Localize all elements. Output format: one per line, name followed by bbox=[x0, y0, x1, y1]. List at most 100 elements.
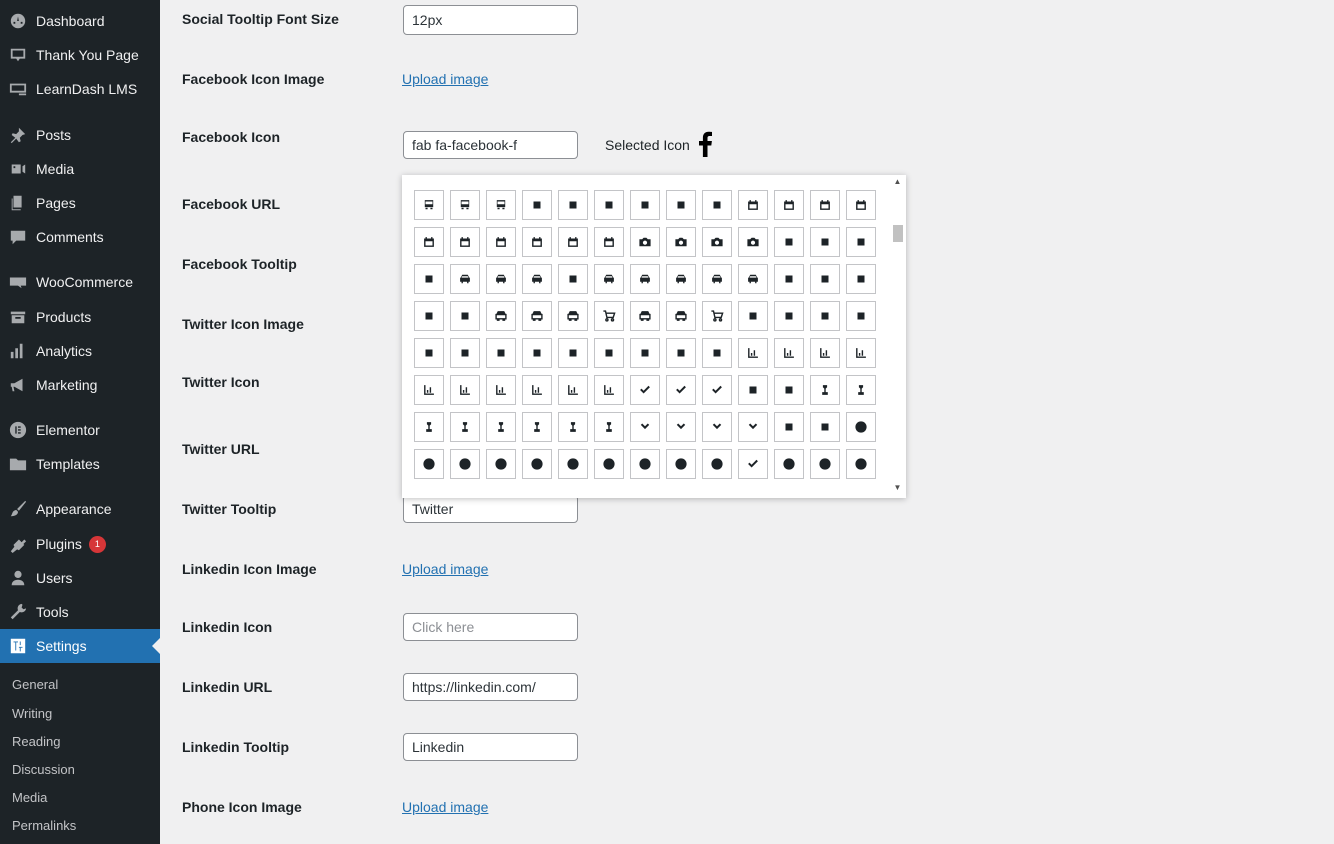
arrow-circle-up-icon[interactable] bbox=[666, 449, 696, 479]
chess-knight-icon[interactable] bbox=[486, 412, 516, 442]
glass-cheers-icon[interactable] bbox=[666, 338, 696, 368]
chart-area-icon[interactable] bbox=[738, 338, 768, 368]
capsules-icon[interactable] bbox=[414, 264, 444, 294]
camera-rotate-icon[interactable] bbox=[738, 227, 768, 257]
car-side-icon[interactable] bbox=[666, 264, 696, 294]
luggage-cart-icon[interactable] bbox=[594, 301, 624, 331]
cannabis-icon[interactable] bbox=[846, 227, 876, 257]
chevron-right-icon[interactable] bbox=[702, 412, 732, 442]
calendar-days-icon[interactable] bbox=[846, 190, 876, 220]
cake-candles-icon[interactable] bbox=[594, 190, 624, 220]
calendar-week-icon[interactable] bbox=[522, 227, 552, 257]
caret-right-icon[interactable] bbox=[846, 264, 876, 294]
chess-icon[interactable] bbox=[810, 375, 840, 405]
car-alt-icon[interactable] bbox=[486, 264, 516, 294]
scroll-down-arrow-icon[interactable]: ▼ bbox=[891, 483, 904, 496]
calendar-xmark-icon[interactable] bbox=[558, 227, 588, 257]
vote-yea-icon[interactable] bbox=[738, 375, 768, 405]
chalkboard-user-icon[interactable] bbox=[594, 338, 624, 368]
circle-chevron-down-icon[interactable] bbox=[774, 449, 804, 479]
charging-station-icon[interactable] bbox=[702, 338, 732, 368]
caret-left-icon[interactable] bbox=[810, 264, 840, 294]
sidebar-item-pages[interactable]: Pages bbox=[0, 186, 160, 220]
chevron-up-icon[interactable] bbox=[738, 412, 768, 442]
linkedin-icon-input[interactable] bbox=[403, 613, 578, 641]
birthday-cake-icon[interactable] bbox=[630, 190, 660, 220]
bus-icon[interactable] bbox=[414, 190, 444, 220]
chess-rook-icon[interactable] bbox=[594, 412, 624, 442]
sidebar-item-marketing[interactable]: Marketing bbox=[0, 368, 160, 402]
caret-down-icon[interactable] bbox=[774, 264, 804, 294]
chart-column-icon[interactable] bbox=[414, 375, 444, 405]
circle-icon[interactable] bbox=[846, 412, 876, 442]
social-tooltip-font-size-input[interactable] bbox=[403, 5, 578, 35]
icon-picker-popup[interactable]: ▲ ▼ bbox=[402, 175, 906, 498]
chart-gantt-icon[interactable] bbox=[450, 375, 480, 405]
chalkboard-icon[interactable] bbox=[486, 338, 516, 368]
candy-cane-icon[interactable] bbox=[810, 227, 840, 257]
bar-chart-icon[interactable] bbox=[846, 338, 876, 368]
sidebar-item-analytics[interactable]: Analytics bbox=[0, 334, 160, 368]
cedi-sign-icon[interactable] bbox=[810, 301, 840, 331]
cart-shopping-icon[interactable] bbox=[666, 301, 696, 331]
sidebar-item-templates[interactable]: Templates bbox=[0, 447, 160, 481]
campground-icon[interactable] bbox=[774, 227, 804, 257]
suitcase-clock-icon[interactable] bbox=[522, 190, 552, 220]
arrow-circle-left-icon[interactable] bbox=[522, 449, 552, 479]
area-chart-icon[interactable] bbox=[774, 338, 804, 368]
certificate-icon[interactable] bbox=[414, 338, 444, 368]
car-icon[interactable] bbox=[450, 264, 480, 294]
calendar-day-icon[interactable] bbox=[810, 190, 840, 220]
cart-arrow-down-icon[interactable] bbox=[486, 301, 516, 331]
caravan-icon[interactable] bbox=[738, 264, 768, 294]
submenu-item-reading[interactable]: Reading bbox=[12, 734, 60, 749]
cart-plus-icon[interactable] bbox=[630, 301, 660, 331]
chess-bishop-icon[interactable] bbox=[846, 375, 876, 405]
chalkboard-teacher-icon[interactable] bbox=[558, 338, 588, 368]
cheese-icon[interactable] bbox=[774, 375, 804, 405]
sidebar-item-comments[interactable]: Comments bbox=[0, 220, 160, 254]
circle-check-icon[interactable] bbox=[702, 449, 732, 479]
caret-up-icon[interactable] bbox=[414, 301, 444, 331]
circle-arrow-right-icon[interactable] bbox=[558, 449, 588, 479]
calendar-plus-icon[interactable] bbox=[486, 227, 516, 257]
chevron-circle-down-icon[interactable] bbox=[810, 449, 840, 479]
submenu-item-media[interactable]: Media bbox=[12, 790, 47, 805]
facebook-upload-image-link[interactable]: Upload image bbox=[402, 71, 488, 87]
cent-sign-icon[interactable] bbox=[846, 301, 876, 331]
carrot-icon[interactable] bbox=[450, 301, 480, 331]
linkedin-url-input[interactable] bbox=[403, 673, 578, 701]
check-icon[interactable] bbox=[630, 375, 660, 405]
linkedin-tooltip-input[interactable] bbox=[403, 733, 578, 761]
sidebar-item-posts[interactable]: Posts bbox=[0, 118, 160, 152]
sidebar-item-learndash[interactable]: LearnDash LMS bbox=[0, 72, 160, 106]
chart-bar-icon[interactable] bbox=[810, 338, 840, 368]
sidebar-item-settings[interactable]: Settings bbox=[0, 629, 160, 663]
sidebar-item-media[interactable]: Media bbox=[0, 152, 160, 186]
circle-arrow-down-icon[interactable] bbox=[414, 449, 444, 479]
cat-icon[interactable] bbox=[774, 301, 804, 331]
calendar-times-icon[interactable] bbox=[594, 227, 624, 257]
sidebar-item-users[interactable]: Users bbox=[0, 561, 160, 595]
c-icon[interactable] bbox=[558, 190, 588, 220]
shopping-cart-icon[interactable] bbox=[702, 301, 732, 331]
bus-simple-icon[interactable] bbox=[450, 190, 480, 220]
calendar-check-icon[interactable] bbox=[774, 190, 804, 220]
circle-arrow-up-icon[interactable] bbox=[630, 449, 660, 479]
line-chart-icon[interactable] bbox=[522, 375, 552, 405]
sidebar-item-products[interactable]: Products bbox=[0, 300, 160, 334]
sidebar-item-woocommerce[interactable]: WooCommerce bbox=[0, 265, 160, 299]
sidebar-item-plugins[interactable]: Plugins 1 bbox=[0, 527, 160, 561]
sidebar-item-dashboard[interactable]: Dashboard bbox=[0, 4, 160, 38]
submenu-item-general[interactable]: General bbox=[12, 677, 58, 692]
champagne-glasses-icon[interactable] bbox=[630, 338, 660, 368]
cart-flatbed-suitcase-icon[interactable] bbox=[558, 301, 588, 331]
chair-icon[interactable] bbox=[450, 338, 480, 368]
chevron-left-icon[interactable] bbox=[666, 412, 696, 442]
calendar-minus-icon[interactable] bbox=[450, 227, 480, 257]
car-rear-icon[interactable] bbox=[630, 264, 660, 294]
camera-alt-icon[interactable] bbox=[702, 227, 732, 257]
submenu-item-permalinks[interactable]: Permalinks bbox=[12, 818, 76, 833]
car-sedan-icon[interactable] bbox=[702, 264, 732, 294]
arrow-circle-down-icon[interactable] bbox=[450, 449, 480, 479]
